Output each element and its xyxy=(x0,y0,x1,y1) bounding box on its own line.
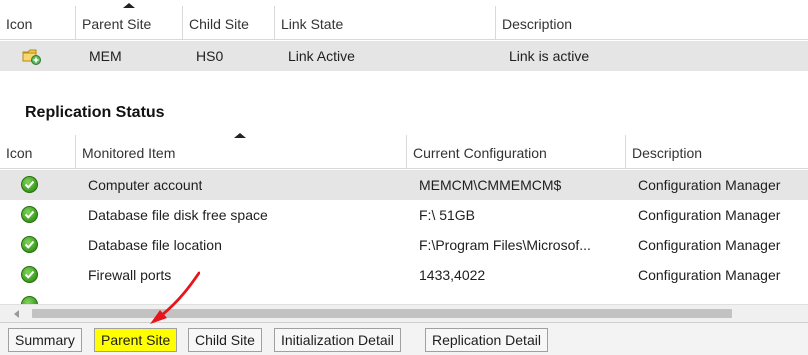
table-row[interactable]: Firewall ports 1433,4022 Configuration M… xyxy=(0,260,808,290)
table-row[interactable]: Computer account MEMCM\CMMEMCM$ Configur… xyxy=(0,170,808,200)
table-row[interactable]: Database file disk free space F:\ 51GB C… xyxy=(0,200,808,230)
sort-ascending-icon xyxy=(123,3,135,8)
detail-tab-bar: Summary Parent Site Child Site Initializ… xyxy=(0,322,808,355)
replication-status-title: Replication Status xyxy=(25,104,165,121)
item-description: Configuration Manager xyxy=(638,177,781,193)
check-icon xyxy=(21,176,38,193)
check-icon xyxy=(21,236,38,253)
monitored-item: Computer account xyxy=(88,177,203,193)
table-row[interactable]: Database file location F:\Program Files\… xyxy=(0,230,808,260)
table-row[interactable]: MEM HS0 Link Active Link is active xyxy=(0,41,808,71)
check-icon xyxy=(21,206,38,223)
item-description: Configuration Manager xyxy=(638,207,781,223)
column-header-link-state[interactable]: Link State xyxy=(275,6,496,40)
tab-replication-detail[interactable]: Replication Detail xyxy=(425,328,548,352)
link-description-value: Link is active xyxy=(509,48,590,64)
current-configuration: F:\Program Files\Microsof... xyxy=(419,237,591,253)
monitored-item: Database file disk free space xyxy=(88,207,268,223)
sort-ascending-icon xyxy=(234,133,246,138)
tab-summary[interactable]: Summary xyxy=(8,328,82,352)
check-icon xyxy=(21,296,38,304)
current-configuration: 1433,4022 xyxy=(419,267,486,283)
column-header-parent-site[interactable]: Parent Site xyxy=(76,6,183,40)
column-header-icon[interactable]: Icon xyxy=(0,6,76,40)
replication-table-header: Icon Monitored Item Current Configuratio… xyxy=(0,133,808,169)
column-header-child-site[interactable]: Child Site xyxy=(183,6,275,40)
annotation-arrow-icon xyxy=(150,271,200,324)
parent-site-value: MEM xyxy=(89,48,122,64)
column-header-current-configuration[interactable]: Current Configuration xyxy=(407,135,626,169)
link-state-value: Link Active xyxy=(288,48,355,64)
current-configuration: F:\ 51GB xyxy=(419,207,476,223)
column-header-monitored-item[interactable]: Monitored Item xyxy=(76,135,407,169)
table-row-partial[interactable] xyxy=(0,290,808,304)
scroll-left-arrow-icon[interactable] xyxy=(14,310,19,318)
scrollbar-thumb[interactable] xyxy=(32,309,732,318)
monitored-item: Database file location xyxy=(88,237,222,253)
horizontal-scrollbar[interactable] xyxy=(0,304,808,322)
links-table-header: Icon Parent Site Child Site Link State D… xyxy=(0,3,808,40)
item-description: Configuration Manager xyxy=(638,237,781,253)
column-header-description[interactable]: Description xyxy=(496,6,808,40)
tab-initialization-detail[interactable]: Initialization Detail xyxy=(274,328,401,352)
current-configuration: MEMCM\CMMEMCM$ xyxy=(419,177,562,193)
check-icon xyxy=(21,266,38,283)
column-header-icon[interactable]: Icon xyxy=(0,135,76,169)
column-header-description[interactable]: Description xyxy=(626,135,808,169)
item-description: Configuration Manager xyxy=(638,267,781,283)
site-link-icon xyxy=(22,47,42,68)
child-site-value: HS0 xyxy=(196,48,224,64)
